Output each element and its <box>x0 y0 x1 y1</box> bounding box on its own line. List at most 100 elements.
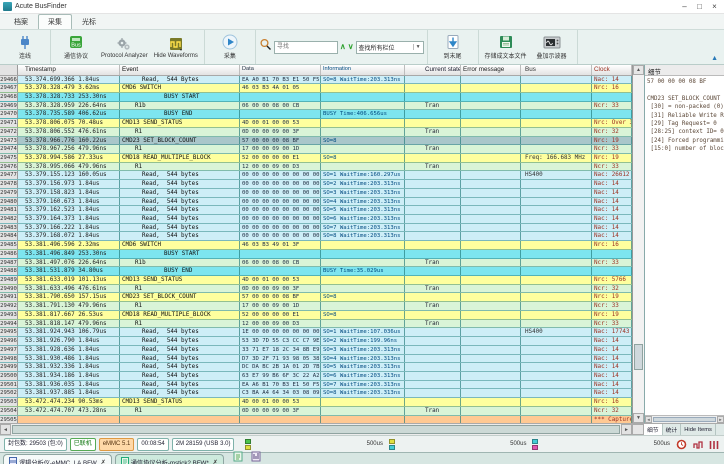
search-next-icon[interactable]: ∨ <box>348 42 354 52</box>
save-text-button[interactable]: 存储成文本文件 <box>482 33 530 61</box>
cell-clk: Nac: 14 <box>592 189 632 197</box>
waveform-view-icon[interactable] <box>693 439 703 450</box>
table-row[interactable]: 2949853.381.930.486 1.84usRead, 544 byte… <box>0 355 632 364</box>
scroll-left-icon[interactable]: ◄ <box>0 424 11 435</box>
table-row[interactable]: 2946753.378.328.479 3.62msCMD6 SWITCH46 … <box>0 84 632 93</box>
column-header[interactable]: Bus <box>521 65 592 75</box>
table-row[interactable]: 2948353.379.166.222 1.84usRead, 544 byte… <box>0 224 632 233</box>
tab-details[interactable]: 细节 <box>644 424 663 435</box>
column-header[interactable]: Data <box>240 65 321 75</box>
table-row[interactable]: 2947953.379.158.823 1.84usRead, 544 byte… <box>0 189 632 198</box>
new-document-icon[interactable] <box>233 449 243 464</box>
cursor-marker-pair-1[interactable] <box>245 439 251 450</box>
minimize-button[interactable]: – <box>677 1 692 13</box>
column-header[interactable]: Timestamp <box>18 65 120 75</box>
table-row[interactable]: 2948453.379.168.072 1.84usRead, 544 byte… <box>0 232 632 241</box>
cell-clk: Nac: 14 <box>592 206 632 214</box>
protocol-analyzer-button[interactable]: Protocol Analyzer <box>98 35 151 60</box>
table-row[interactable]: 2949353.381.817.667 26.53usCMD18 READ_MU… <box>0 311 632 320</box>
table-row[interactable]: 29505*** Capture S <box>0 416 632 423</box>
table-row[interactable]: 2949253.381.791.130 479.96nsR117 00 00 0… <box>0 302 632 311</box>
table-row[interactable]: 2947853.379.156.973 1.84usRead, 544 byte… <box>0 180 632 189</box>
column-header[interactable]: Current state <box>405 65 461 75</box>
tab-cursor[interactable]: 光标 <box>72 14 106 29</box>
table-row[interactable]: 2948653.381.496.849 253.30nsBUSY START <box>0 250 632 259</box>
horizontal-scroll-thumb[interactable] <box>12 425 620 434</box>
close-button[interactable]: × <box>707 1 722 13</box>
cell-err <box>461 110 521 118</box>
scroll-right-icon[interactable]: ► <box>621 424 632 435</box>
cursor-marker-pair-3[interactable] <box>532 439 538 450</box>
table-row[interactable]: 2947053.378.735.589 406.62usBUSY ENDBUSY… <box>0 110 632 119</box>
column-header[interactable]: Event <box>120 65 240 75</box>
scrollbar-corner <box>632 424 644 435</box>
hide-waveforms-button[interactable]: Hide Waveforms <box>151 35 201 60</box>
table-row[interactable]: 2950153.381.936.035 1.84usRead, 544 byte… <box>0 381 632 390</box>
search-input[interactable] <box>274 41 338 54</box>
trigger-clock-icon[interactable] <box>676 439 687 450</box>
maximize-button[interactable]: □ <box>692 1 707 13</box>
cursor-marker-pair-2[interactable] <box>389 439 395 450</box>
doc-tab-logic-analyzer[interactable]: 逻辑分析仪-eMMC_LA.BFW ✗ <box>3 454 112 464</box>
hide-items-button[interactable]: Hide Items <box>681 424 716 435</box>
table-row[interactable]: 2949453.381.818.147 479.96nsR112 00 00 0… <box>0 320 632 329</box>
collapse-ribbon-icon[interactable]: ▲ <box>711 55 718 62</box>
tab-file[interactable]: 档案 <box>4 14 38 29</box>
table-row[interactable]: 2950253.381.937.885 1.84usRead, 544 byte… <box>0 389 632 398</box>
table-row[interactable]: 2949553.381.924.943 106.79usRead, 544 by… <box>0 328 632 337</box>
histogram-view-icon[interactable] <box>709 439 720 450</box>
table-row[interactable]: 2947553.378.994.586 27.33usCMD18 READ_MU… <box>0 154 632 163</box>
table-row[interactable]: 2950353.472.474.234 90.53msCMD13 SEND_ST… <box>0 398 632 407</box>
doc-tab-protocol-analysis[interactable]: 通信协议分析-mstick2.BFW* ✗ <box>115 454 224 464</box>
close-tab-icon[interactable]: ✗ <box>213 459 218 464</box>
table-row[interactable]: 2948053.379.160.673 1.84usRead, 544 byte… <box>0 198 632 207</box>
table-row[interactable]: 2948553.381.496.596 2.32msCMD6 SWITCH46 … <box>0 241 632 250</box>
table-row[interactable]: 2949753.381.928.636 1.84usRead, 544 byte… <box>0 346 632 355</box>
table-row[interactable]: 2947453.378.967.256 479.96nsR117 00 00 0… <box>0 145 632 154</box>
table-row[interactable]: 2947753.379.155.123 160.05usRead, 544 by… <box>0 171 632 180</box>
vertical-scroll-thumb[interactable] <box>634 344 643 370</box>
details-scroll-right-icon[interactable]: ► <box>717 416 724 423</box>
table-row[interactable]: 2947253.378.806.552 476.61nsR10D 00 00 0… <box>0 128 632 137</box>
table-row[interactable]: 2948153.379.162.523 1.84usRead, 544 byte… <box>0 206 632 215</box>
details-scroll-thumb[interactable] <box>653 417 716 422</box>
close-tab-icon[interactable]: ✗ <box>101 459 106 464</box>
table-row[interactable]: 2947353.378.966.776 160.22usCMD23 SET_BL… <box>0 137 632 146</box>
tab-statistics[interactable]: 统计 <box>663 424 682 435</box>
scroll-up-icon[interactable]: ▲ <box>633 65 644 75</box>
details-scroll-left-icon[interactable]: ◄ <box>645 416 652 423</box>
table-row[interactable]: 2949953.381.932.336 1.84usRead, 544 byte… <box>0 363 632 372</box>
table-row[interactable]: 2949653.381.926.790 1.84usRead, 544 byte… <box>0 337 632 346</box>
scroll-down-icon[interactable]: ▼ <box>633 413 644 423</box>
cell-err <box>461 355 521 363</box>
table-row[interactable]: 2950053.381.934.186 1.84usRead, 544 byte… <box>0 372 632 381</box>
horizontal-scrollbar[interactable]: ◄ ► <box>0 423 644 435</box>
search-prev-icon[interactable]: ∧ <box>340 42 346 52</box>
table-row[interactable]: 2946653.374.699.366 1.84usRead, 544 Byte… <box>0 76 632 85</box>
table-row[interactable]: 2950453.472.474.707 473.28nsR10D 00 00 0… <box>0 407 632 416</box>
vertical-scrollbar[interactable]: ▲ ▼ <box>632 65 644 423</box>
analyzer-window-icon[interactable] <box>251 449 261 464</box>
table-row[interactable]: 2946853.378.328.733 253.30nsBUSY START <box>0 93 632 102</box>
table-row[interactable]: 2949053.381.633.496 476.61nsR10D 00 00 0… <box>0 285 632 294</box>
column-header[interactable]: Clock <box>592 65 632 75</box>
search-scope-select[interactable]: 查找所有栏位 ▼ <box>356 41 424 54</box>
table-row[interactable]: 2948853.381.531.879 34.80usBUSY ENDBUSY … <box>0 267 632 276</box>
connect-button[interactable]: 连线 <box>3 33 47 61</box>
table-row[interactable]: 2947653.378.995.066 479.96nsR112 00 00 0… <box>0 163 632 172</box>
details-horizontal-scrollbar[interactable]: ◄ ► <box>645 415 724 423</box>
table-row[interactable]: 2948253.379.164.373 1.84usRead, 544 byte… <box>0 215 632 224</box>
capture-button[interactable]: 采集 <box>208 33 252 61</box>
bus-protocol-button[interactable]: Bus 通信协议 <box>54 33 98 61</box>
table-row[interactable]: 2948953.381.633.019 101.13usCMD13 SEND_S… <box>0 276 632 285</box>
column-header[interactable]: Information <box>321 65 405 75</box>
tab-capture[interactable]: 采集 <box>38 14 72 29</box>
table-row[interactable]: 2949153.381.790.650 157.15usCMD23 SET_BL… <box>0 293 632 302</box>
table-row[interactable]: 2946953.378.328.959 226.64nsR1b06 00 00 … <box>0 102 632 111</box>
column-header[interactable]: Error message <box>461 65 521 75</box>
to-end-button[interactable]: 到末尾 <box>431 33 475 61</box>
table-row[interactable]: 2947153.378.806.075 70.48usCMD13 SEND_ST… <box>0 119 632 128</box>
add-oscilloscope-button[interactable]: 叠加示波器 <box>530 33 574 61</box>
cell-data: 00 00 00 00 00 00 00 00... <box>240 198 321 206</box>
table-row[interactable]: 2948753.381.497.076 226.64nsR1b06 00 00 … <box>0 259 632 268</box>
